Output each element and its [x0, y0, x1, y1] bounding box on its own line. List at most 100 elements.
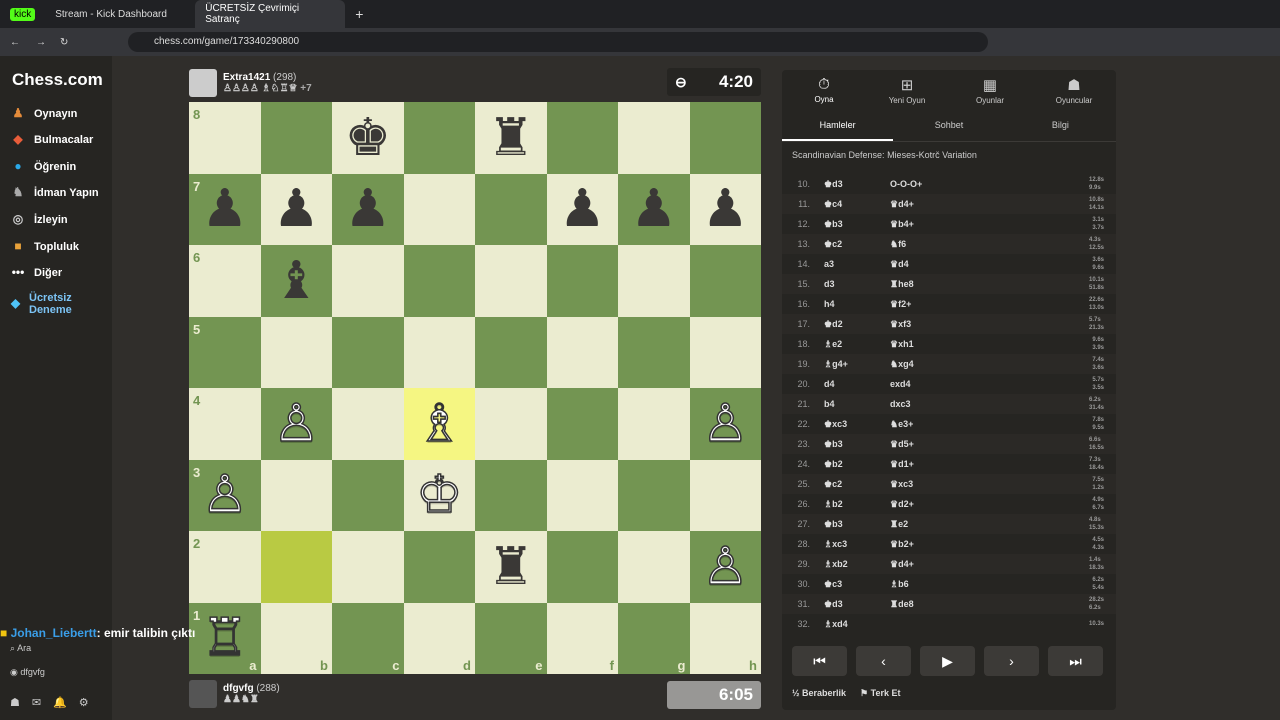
nav-community[interactable]: ■ Topluluk	[10, 239, 79, 255]
square-c6[interactable]	[332, 245, 404, 317]
square-c8[interactable]: ♚	[332, 102, 404, 174]
next-move-button[interactable]: ▶	[920, 646, 975, 676]
black-move[interactable]: ♞xg4	[890, 359, 914, 370]
piece[interactable]: ♟	[702, 183, 749, 235]
square-a6[interactable]: 6	[189, 245, 261, 317]
square-e3[interactable]	[475, 459, 547, 531]
square-g8[interactable]	[618, 102, 690, 174]
avatar[interactable]	[189, 69, 217, 97]
black-move[interactable]: ♜de8	[890, 599, 914, 610]
avatar[interactable]	[189, 680, 217, 708]
square-f8[interactable]	[546, 102, 618, 174]
square-g6[interactable]	[618, 245, 690, 317]
black-move[interactable]: ♛b4+	[890, 219, 914, 230]
square-d3[interactable]: ♔	[403, 459, 475, 531]
square-a5[interactable]: 5	[189, 316, 261, 388]
black-move[interactable]: ♗b6	[890, 579, 909, 590]
tab-moves[interactable]: Hamleler	[782, 108, 894, 141]
black-move[interactable]: ♞e3+	[890, 419, 913, 430]
first-move-button[interactable]: ⏮	[792, 646, 847, 676]
square-h2[interactable]: ♙	[689, 531, 761, 603]
white-move[interactable]: ♗xb2	[824, 559, 848, 570]
player-name[interactable]: Extra1421	[223, 72, 270, 83]
square-a2[interactable]: 2	[189, 531, 261, 603]
square-f3[interactable]	[546, 459, 618, 531]
black-move[interactable]: ♜e2	[890, 519, 908, 530]
white-move[interactable]: d4	[824, 379, 835, 389]
square-c1[interactable]: c	[332, 602, 404, 674]
white-move[interactable]: ♚b3	[824, 439, 843, 450]
square-f2[interactable]	[546, 531, 618, 603]
black-move[interactable]: ♛d4	[890, 259, 909, 270]
piece[interactable]: ♟	[201, 183, 248, 235]
square-g7[interactable]: ♟	[618, 173, 690, 245]
square-f5[interactable]	[546, 316, 618, 388]
white-move[interactable]: ♗e2	[824, 339, 842, 350]
square-c7[interactable]: ♟	[332, 173, 404, 245]
square-a3[interactable]: ♙ 3	[189, 459, 261, 531]
url-field[interactable]: chess.com/game/173340290800	[128, 32, 988, 52]
square-e5[interactable]	[475, 316, 547, 388]
square-e4[interactable]	[475, 388, 547, 460]
forward-icon[interactable]: →	[36, 37, 46, 48]
square-b4[interactable]: ♙	[260, 388, 332, 460]
white-move[interactable]: ♚c2	[824, 239, 842, 250]
nav-play[interactable]: ♟ Oynayın	[10, 106, 78, 122]
square-b3[interactable]	[260, 459, 332, 531]
square-b6[interactable]: ♝	[260, 245, 332, 317]
black-move[interactable]: dxc3	[890, 399, 911, 409]
square-h8[interactable]	[689, 102, 761, 174]
square-b7[interactable]: ♟	[260, 173, 332, 245]
white-move[interactable]: ♚c2	[824, 479, 842, 490]
nav-free-trial[interactable]: ◆ Ücretsiz Deneme	[10, 292, 90, 316]
square-e2[interactable]: ♜	[475, 531, 547, 603]
square-f7[interactable]: ♟	[546, 173, 618, 245]
tab-play[interactable]: ⏱ Oyna	[784, 74, 864, 104]
square-f4[interactable]	[546, 388, 618, 460]
resign-button[interactable]: ⚑ Terk Et	[860, 688, 900, 699]
square-h7[interactable]: ♟	[689, 173, 761, 245]
nav-learn[interactable]: ● Öğrenin	[10, 159, 76, 175]
square-f1[interactable]: f	[546, 602, 618, 674]
square-a8[interactable]: 8	[189, 102, 261, 174]
black-move[interactable]: ♛xh1	[890, 339, 914, 350]
square-g2[interactable]	[618, 531, 690, 603]
square-a7[interactable]: ♟ 7	[189, 173, 261, 245]
last-move-button[interactable]: ⏭	[1048, 646, 1103, 676]
white-move[interactable]: h4	[824, 299, 835, 309]
black-move[interactable]: O-O-O+	[890, 179, 922, 189]
browser-tab[interactable]: kick	[0, 0, 45, 28]
square-c4[interactable]	[332, 388, 404, 460]
white-move[interactable]: ♚b3	[824, 519, 843, 530]
square-d7[interactable]	[403, 173, 475, 245]
piece[interactable]: ♟	[559, 183, 606, 235]
white-move[interactable]: d3	[824, 279, 835, 289]
square-f6[interactable]	[546, 245, 618, 317]
piece[interactable]: ♜	[487, 112, 534, 164]
piece[interactable]: ♚	[344, 112, 391, 164]
square-d6[interactable]	[403, 245, 475, 317]
square-g3[interactable]	[618, 459, 690, 531]
square-e7[interactable]	[475, 173, 547, 245]
piece[interactable]: ♜	[487, 541, 534, 593]
tab-players[interactable]: ☗ Oyuncular	[1034, 74, 1114, 105]
user-item[interactable]: ◉ dfgvfg	[10, 667, 45, 678]
black-move[interactable]: ♛d1+	[890, 459, 914, 470]
black-move[interactable]: ♛d5+	[890, 439, 914, 450]
white-move[interactable]: ♚xc3	[824, 419, 847, 430]
square-h6[interactable]	[689, 245, 761, 317]
square-d2[interactable]	[403, 531, 475, 603]
white-move[interactable]: ♚c4	[824, 199, 842, 210]
browser-tab[interactable]: Stream - Kick Dashboard	[45, 0, 195, 28]
square-g5[interactable]	[618, 316, 690, 388]
square-a4[interactable]: 4	[189, 388, 261, 460]
piece[interactable]: ♙	[272, 397, 320, 451]
tab-new-game[interactable]: ⊞ Yeni Oyun	[867, 74, 947, 105]
square-d5[interactable]	[403, 316, 475, 388]
white-move[interactable]: ♗g4+	[824, 359, 848, 370]
square-g1[interactable]: g	[618, 602, 690, 674]
draw-button[interactable]: ½ Beraberlik	[792, 688, 846, 699]
nav-puzzles[interactable]: ◆ Bulmacalar	[10, 132, 93, 148]
white-move[interactable]: ♚d3	[824, 179, 843, 190]
square-h1[interactable]: h	[689, 602, 761, 674]
